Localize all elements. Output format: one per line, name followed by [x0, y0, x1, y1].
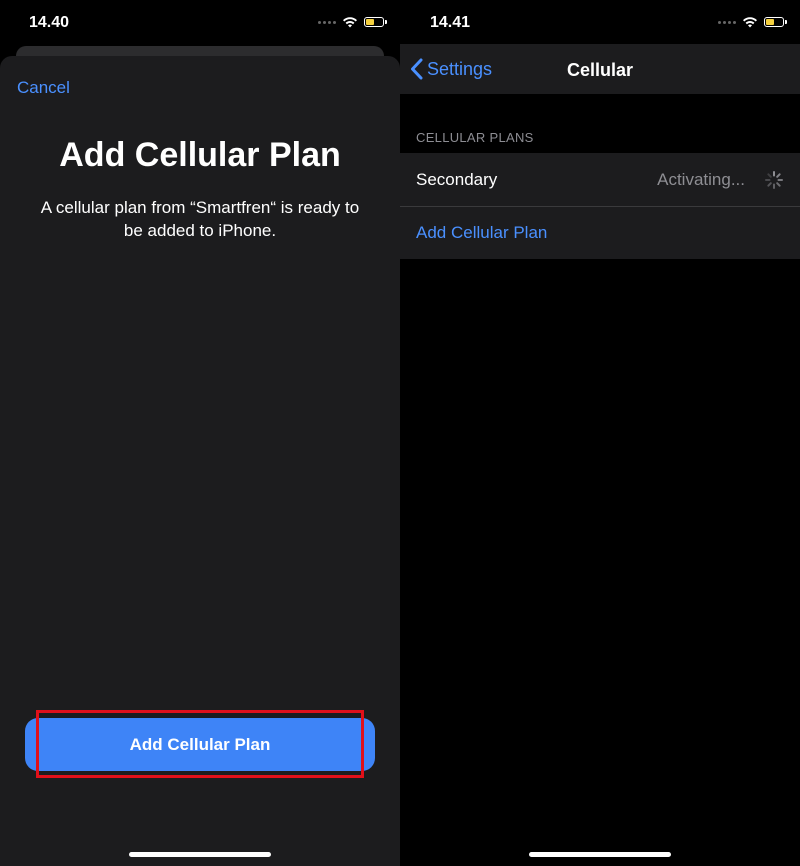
navigation-bar: Settings Cellular: [400, 44, 800, 94]
add-cellular-plan-link[interactable]: Add Cellular Plan: [416, 223, 547, 243]
home-indicator[interactable]: [529, 852, 671, 857]
row-status: Activating...: [657, 169, 745, 189]
add-cellular-plan-row[interactable]: Add Cellular Plan: [400, 206, 800, 259]
battery-icon: [764, 17, 787, 27]
section-header: CELLULAR PLANS: [416, 130, 534, 145]
signal-dots-icon: [718, 20, 736, 24]
activity-spinner-icon: [765, 170, 783, 189]
right-screen: 14.41 Settings Cellular CELLULAR PLANS S…: [400, 0, 800, 866]
status-time: 14.41: [430, 14, 471, 31]
status-icons: [718, 16, 787, 28]
highlight-annotation: [36, 710, 364, 778]
signal-dots-icon: [318, 20, 336, 24]
sheet-title: Add Cellular Plan: [59, 136, 341, 174]
home-indicator[interactable]: [129, 852, 271, 857]
left-screen: 14.40 Cancel Add Cellular Plan A cellula…: [0, 0, 400, 866]
cancel-button[interactable]: Cancel: [17, 78, 70, 98]
status-time: 14.40: [29, 14, 70, 31]
battery-icon: [364, 17, 387, 27]
row-label: Secondary: [416, 169, 498, 189]
wifi-icon: [343, 17, 357, 28]
plan-row-secondary[interactable]: Secondary Activating...: [400, 153, 800, 206]
sheet-description: A cellular plan from “Smartfren“ is read…: [40, 198, 360, 240]
nav-title: Cellular: [566, 60, 634, 80]
status-icons: [318, 16, 387, 28]
cellular-plans-list: Secondary Activating... Add Cellular Pla…: [400, 153, 800, 259]
wifi-icon: [743, 17, 757, 28]
